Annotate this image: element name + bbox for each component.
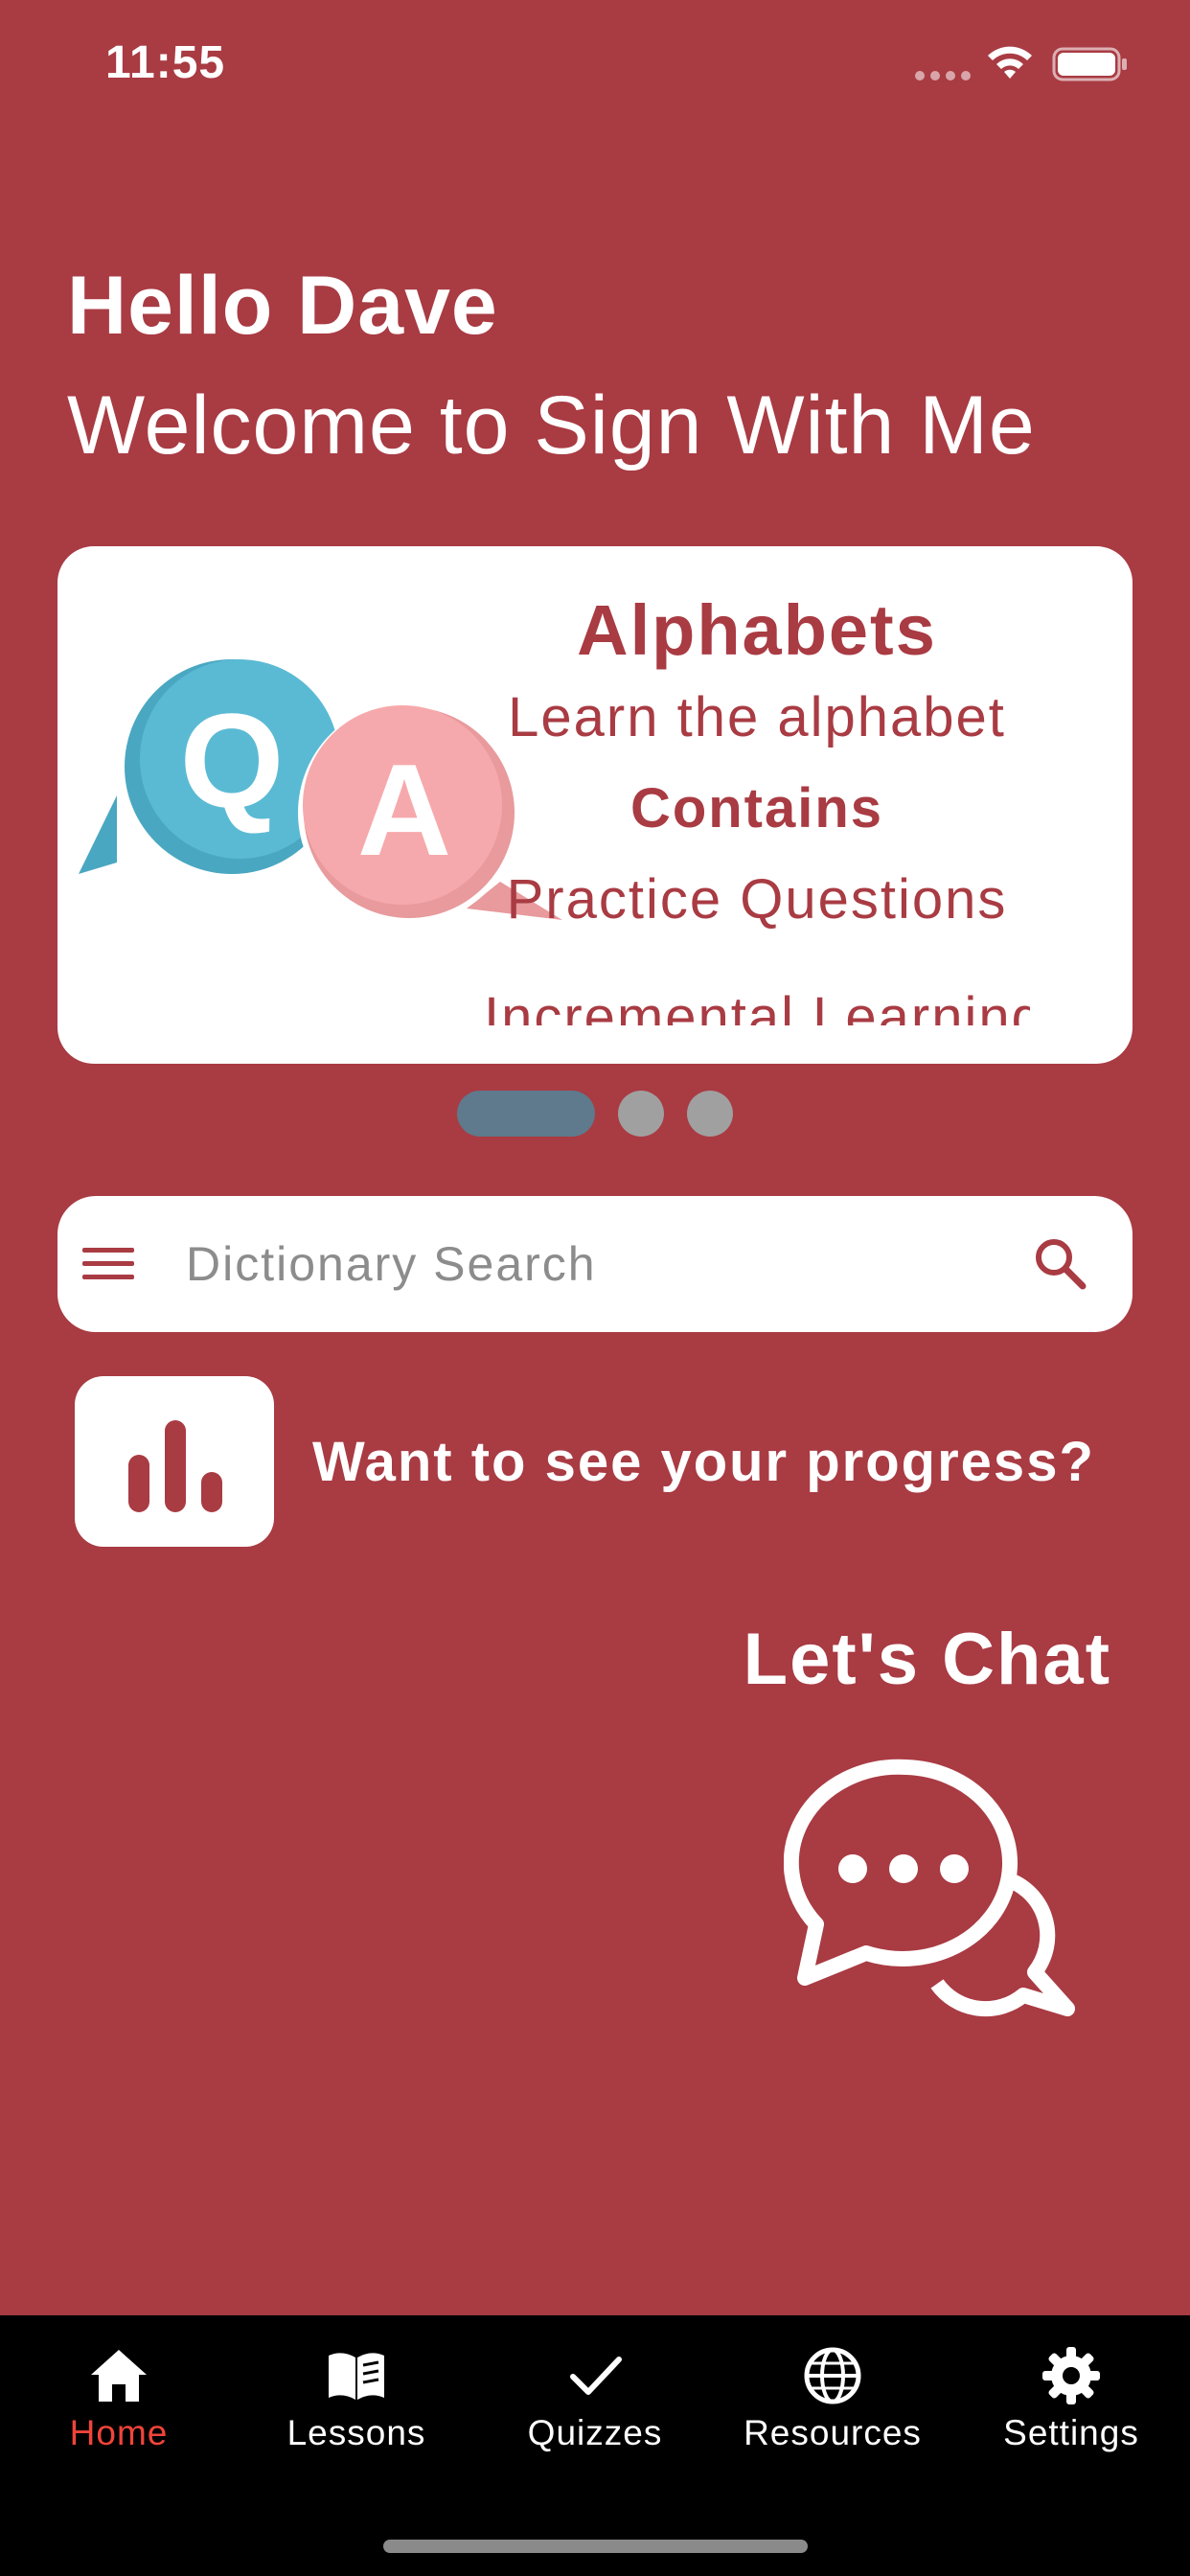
tab-quizzes-label: Quizzes [527, 2413, 663, 2452]
chat-title: Let's Chat [743, 1619, 1111, 1700]
greeting-title: Hello Dave [67, 260, 498, 352]
progress-button[interactable] [75, 1376, 274, 1547]
card-title: Alphabets [577, 590, 937, 670]
tab-lessons-label: Lessons [286, 2413, 426, 2452]
tab-resources-label: Resources [744, 2413, 922, 2452]
status-time: 11:55 [105, 37, 226, 88]
chat-bubbles-icon[interactable] [784, 1754, 1081, 2032]
home-indicator [383, 2540, 808, 2553]
q-letter: Q [180, 685, 285, 836]
gear-icon [1042, 2347, 1100, 2404]
book-icon [329, 2353, 384, 2400]
dictionary-search-input[interactable] [186, 1225, 1048, 1303]
card-description: Learn the alphabet [508, 686, 1006, 748]
status-bar: 11:55 [0, 0, 1190, 125]
check-icon [570, 2357, 622, 2395]
card-feature-incremental: Incremental Learning [484, 986, 1030, 1025]
lesson-carousel-card[interactable]: Q A Alphabets Learn the alphabet Contain… [57, 546, 1133, 1064]
tab-resources[interactable]: Resources [714, 2344, 951, 2459]
tab-settings[interactable]: Settings [952, 2344, 1190, 2459]
page-indicator-dot[interactable] [687, 1091, 733, 1137]
wifi-icon [988, 46, 1032, 79]
cellular-signal-icon [915, 71, 971, 80]
a-letter: A [357, 737, 451, 883]
home-icon [91, 2350, 147, 2402]
bottom-tab-bar: Home Lessons Quizzes Resources Settings [0, 2315, 1190, 2576]
battery-icon [1052, 47, 1127, 81]
tab-settings-label: Settings [1003, 2413, 1139, 2452]
globe-icon [804, 2347, 861, 2404]
bar-chart-icon [128, 1420, 222, 1512]
tab-lessons[interactable]: Lessons [238, 2344, 475, 2459]
card-feature-practice: Practice Questions [506, 868, 1008, 931]
page-indicator-active[interactable] [457, 1091, 595, 1137]
search-icon[interactable] [1031, 1234, 1090, 1294]
dictionary-search-bar [57, 1196, 1133, 1332]
card-text-block: Alphabets Learn the alphabet Contains Pr… [484, 546, 1030, 1025]
tab-home-label: Home [69, 2413, 169, 2452]
progress-prompt[interactable]: Want to see your progress? [312, 1430, 1095, 1494]
welcome-subtitle: Welcome to Sign With Me [67, 380, 1036, 472]
tab-home[interactable]: Home [0, 2344, 238, 2459]
card-contains-label: Contains [629, 777, 884, 840]
page-indicator-dot[interactable] [618, 1091, 664, 1137]
hamburger-menu-icon[interactable] [79, 1238, 142, 1290]
tab-quizzes[interactable]: Quizzes [476, 2344, 714, 2459]
carousel-page-indicator[interactable] [457, 1091, 733, 1137]
